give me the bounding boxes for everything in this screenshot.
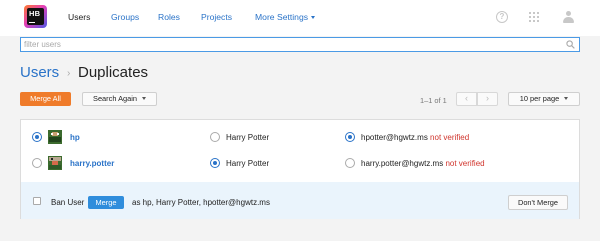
username-radio-harry-potter[interactable] <box>32 158 42 168</box>
email-radio[interactable] <box>345 158 355 168</box>
previous-page-button[interactable]: ‹ <box>456 92 477 106</box>
email-cell: harry.potter@hgwtz.ms not verified <box>361 159 485 168</box>
chevron-down-icon <box>564 97 569 100</box>
email-status-badge: not verified <box>430 133 470 142</box>
merge-all-button[interactable]: Merge All <box>20 92 71 106</box>
breadcrumb-users-link[interactable]: Users <box>20 64 59 81</box>
email-cell: hpotter@hgwtz.ms not verified <box>361 133 469 142</box>
search-icon[interactable] <box>566 40 575 49</box>
avatar <box>48 130 62 144</box>
help-icon[interactable]: ? <box>496 11 508 23</box>
next-page-button[interactable]: › <box>477 92 498 106</box>
nav-projects[interactable]: Projects <box>201 12 232 22</box>
email: hpotter@hgwtz.ms <box>361 133 428 142</box>
duplicates-panel: hp Harry Potter hpotter@hgwtz.ms not ver… <box>20 119 580 219</box>
avatar <box>48 156 62 170</box>
user-account-icon[interactable] <box>562 10 575 24</box>
breadcrumb-separator: › <box>67 68 71 79</box>
filter-users-search <box>20 37 580 52</box>
logo-text: HB <box>29 9 41 18</box>
per-page-dropdown[interactable]: 10 per page <box>508 92 580 106</box>
full-name: Harry Potter <box>226 133 270 142</box>
username-radio-hp[interactable] <box>32 132 42 142</box>
email-radio[interactable] <box>345 132 355 142</box>
nav-roles[interactable]: Roles <box>158 12 180 22</box>
duplicate-row: harry.potter Harry Potter harry.potter@h… <box>21 146 579 176</box>
nav-users[interactable]: Users <box>68 12 90 22</box>
merge-summary: as hp, Harry Potter, hpotter@hgwtz.ms <box>132 198 270 207</box>
per-page-label: 10 per page <box>519 94 560 103</box>
chevron-down-icon <box>311 16 316 19</box>
hub-logo[interactable]: HB <box>24 5 47 28</box>
ban-user-label: Ban User <box>51 198 85 207</box>
nav-groups[interactable]: Groups <box>111 12 139 22</box>
full-name: Harry Potter <box>226 159 270 168</box>
nav-more-settings-label: More Settings <box>255 12 309 22</box>
nav-more-settings[interactable]: More Settings <box>255 12 316 22</box>
search-again-label: Search Again <box>93 94 137 103</box>
ban-user-checkbox[interactable] <box>33 197 41 205</box>
search-again-dropdown[interactable]: Search Again <box>82 92 157 106</box>
email-status-badge: not verified <box>445 159 485 168</box>
pagination-info: 1–1 of 1 <box>420 96 447 105</box>
full-name-radio[interactable] <box>210 132 220 142</box>
page-title: Duplicates <box>78 64 149 81</box>
chevron-down-icon <box>141 97 146 100</box>
search-input[interactable] <box>24 39 564 50</box>
apps-grid-icon[interactable] <box>528 11 540 23</box>
email: harry.potter@hgwtz.ms <box>361 159 444 168</box>
dont-merge-button[interactable]: Don't Merge <box>508 195 568 210</box>
username-link[interactable]: hp <box>70 133 80 142</box>
merge-button[interactable]: Merge <box>88 196 124 209</box>
username-link[interactable]: harry.potter <box>70 159 114 168</box>
top-navigation: HB Users Groups Roles Projects More Sett… <box>0 0 600 36</box>
full-name-radio[interactable] <box>210 158 220 168</box>
